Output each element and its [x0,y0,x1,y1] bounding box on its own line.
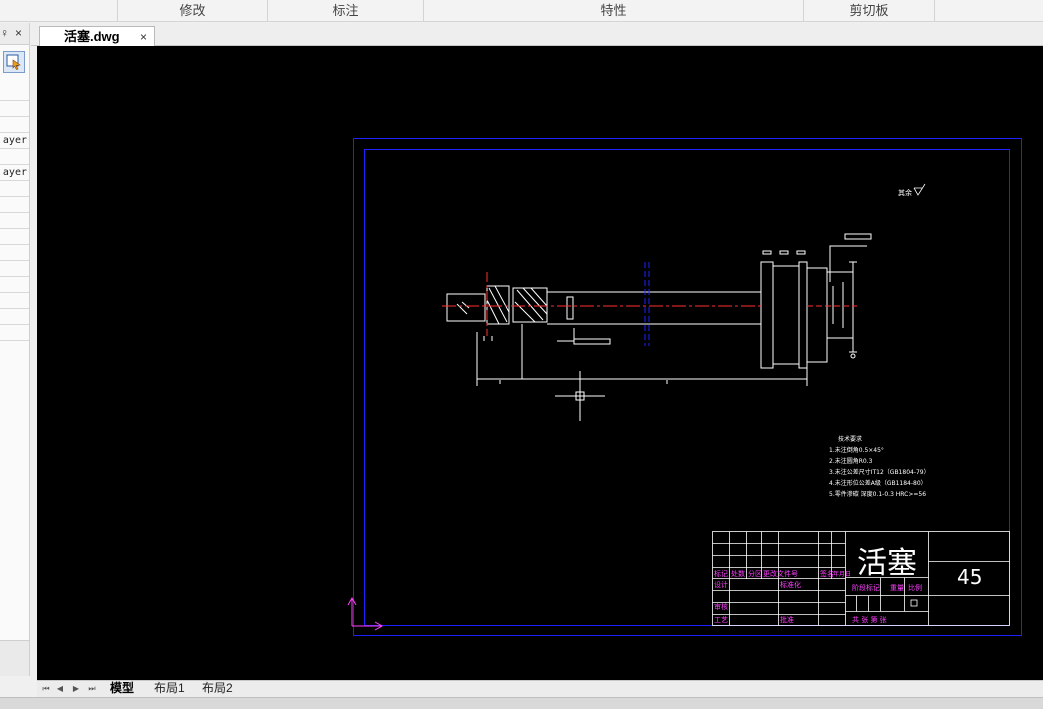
layout-tab-strip: ⏮ ◀ ▶ ⏭ 模型 布局1 布局2 [37,680,1043,697]
first-layout-icon[interactable]: ⏮ [39,682,53,696]
svg-text:比例: 比例 [908,583,922,592]
svg-text:重量: 重量 [890,584,904,592]
ribbon-group-modify[interactable]: 修改 [118,0,268,22]
next-layout-icon[interactable]: ▶ [69,682,83,696]
svg-text:技术要求: 技术要求 [838,435,862,443]
ribbon-group-annotate[interactable]: 标注 [268,0,424,22]
property-row[interactable] [0,213,29,229]
tab-layout1[interactable]: 布局1 [154,681,185,697]
technical-requirements: 技术要求 1.未注倒角0.5×45° 2.未注圆角R0.3 3.未注公差尺寸IT… [829,435,930,498]
property-row-layer[interactable]: ayer [0,133,29,149]
svg-text:分区: 分区 [748,569,762,578]
tab-model[interactable]: 模型 [110,681,134,697]
document-tab-strip: 活塞.dwg × [31,23,1043,46]
property-row[interactable] [0,197,29,213]
drawing-canvas[interactable]: 其余 技术要求 1.未注倒角0.5×45° 2.未注圆角R0.3 3.未注公差尺… [37,46,1043,680]
property-row[interactable] [0,149,29,165]
svg-text:年月日: 年月日 [833,570,851,578]
properties-panel: ♀ × ayer ayer [0,23,30,676]
prev-layout-icon[interactable]: ◀ [53,682,67,696]
ribbon-group-properties[interactable]: 特性 [424,0,804,22]
tab-layout2[interactable]: 布局2 [202,681,233,697]
document-tab[interactable]: 活塞.dwg × [39,26,155,46]
svg-text:设计: 设计 [714,580,728,589]
property-row[interactable] [0,117,29,133]
property-row[interactable] [0,277,29,293]
properties-panel-footer [0,640,29,676]
ribbon-group-bar: 修改 标注 特性 剪切板 [0,0,1043,22]
svg-text:签名: 签名 [820,569,834,578]
property-row[interactable] [0,293,29,309]
property-row[interactable] [0,245,29,261]
property-row[interactable] [0,309,29,325]
svg-text:处数: 处数 [731,569,745,578]
svg-text:审核: 审核 [714,602,728,611]
document-tab-title: 活塞.dwg [64,29,120,44]
svg-text:1.未注倒角0.5×45°: 1.未注倒角0.5×45° [829,446,884,454]
svg-text:批准: 批准 [780,615,794,624]
svg-text:工艺: 工艺 [714,616,728,624]
status-bar [0,697,1043,709]
roughness-note: 其余 [898,183,926,197]
quick-select-icon [6,54,21,70]
last-layout-icon[interactable]: ⏭ [85,682,99,696]
property-row[interactable] [0,101,29,117]
svg-text:5.零件渗碳 深度0.1-0.3 HRC>=56: 5.零件渗碳 深度0.1-0.3 HRC>=56 [829,490,926,498]
pin-icon[interactable]: ♀ [0,26,9,40]
svg-text:4.未注形位公差A级（GB1184-80）: 4.未注形位公差A级（GB1184-80） [829,479,927,487]
svg-text:更改文件号: 更改文件号 [763,569,798,578]
svg-text:标记: 标记 [714,569,728,578]
svg-text:活塞: 活塞 [857,546,917,581]
close-tab-icon[interactable]: × [140,28,147,46]
properties-panel-header: ♀ × [0,23,29,45]
property-row[interactable] [0,261,29,277]
close-panel-icon[interactable]: × [15,26,22,40]
title-block-text: 活塞 45 标记 处数 分区 更改文件号 签名 年月日 设计 标准化 审核 工艺… [714,546,982,624]
drawing-svg: 其余 技术要求 1.未注倒角0.5×45° 2.未注圆角R0.3 3.未注公差尺… [347,138,1022,636]
svg-text:其余: 其余 [898,188,912,197]
ribbon-group-prev [0,0,118,22]
property-row[interactable] [0,325,29,341]
part-drawing [446,233,872,386]
svg-text:2.未注圆角R0.3: 2.未注圆角R0.3 [829,457,873,465]
property-row[interactable] [0,85,29,101]
svg-text:共 张 第 张: 共 张 第 张 [852,615,887,624]
ribbon-group-clipboard[interactable]: 剪切板 [804,0,935,22]
property-row[interactable] [0,181,29,197]
property-row[interactable] [0,229,29,245]
outer-frame [353,138,1022,636]
svg-text:标准化: 标准化 [780,580,801,589]
svg-text:3.未注公差尺寸IT12（GB1804-79）: 3.未注公差尺寸IT12（GB1804-79） [829,468,930,476]
quick-select-button[interactable] [3,51,25,73]
svg-text:45: 45 [957,565,982,589]
property-row-layer[interactable]: ayer [0,165,29,181]
svg-text:阶段标记: 阶段标记 [852,583,880,592]
